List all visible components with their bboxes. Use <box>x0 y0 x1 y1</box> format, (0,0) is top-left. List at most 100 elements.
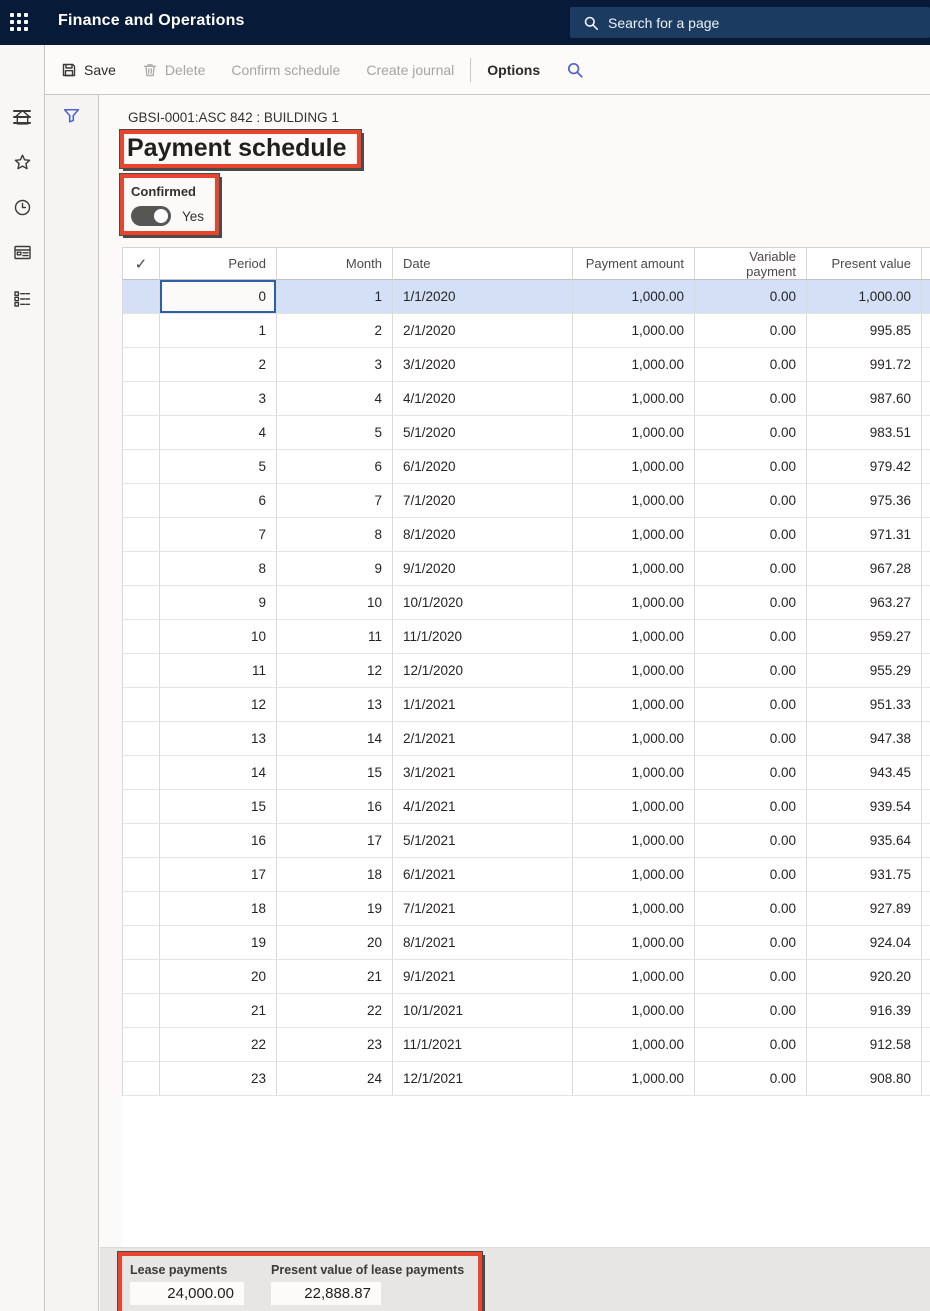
row-select-cell[interactable] <box>122 756 160 790</box>
cell-present_value[interactable]: 995.85 <box>807 314 922 348</box>
column-header-present_value[interactable]: Present value <box>807 248 922 280</box>
cell-payment_amount[interactable]: 1,000.00 <box>573 450 695 484</box>
row-select-cell[interactable] <box>122 518 160 552</box>
cell-payment_amount[interactable]: 1,000.00 <box>573 824 695 858</box>
cell-period[interactable]: 23 <box>160 1062 277 1096</box>
row-select-cell[interactable] <box>122 1062 160 1096</box>
cell-period[interactable]: 14 <box>160 756 277 790</box>
column-header-month[interactable]: Month <box>277 248 393 280</box>
cell-period[interactable]: 19 <box>160 926 277 960</box>
cell-period[interactable]: 13 <box>160 722 277 756</box>
table-row[interactable]: 212210/1/20211,000.000.00916.39 <box>122 994 930 1028</box>
cell-month[interactable]: 1 <box>277 280 393 314</box>
cell-period[interactable]: 3 <box>160 382 277 416</box>
row-select-cell[interactable] <box>122 892 160 926</box>
table-row[interactable]: 20219/1/20211,000.000.00920.20 <box>122 960 930 994</box>
cell-payment_amount[interactable]: 1,000.00 <box>573 314 695 348</box>
row-select-cell[interactable] <box>122 484 160 518</box>
breadcrumb[interactable]: GBSI-0001:ASC 842 : BUILDING 1 <box>128 110 930 125</box>
select-all-header-cell[interactable]: ✓ <box>122 248 160 280</box>
row-select-cell[interactable] <box>122 790 160 824</box>
cell-date[interactable]: 10/1/2020 <box>393 586 573 620</box>
cell-variable_payment[interactable]: 0.00 <box>695 450 807 484</box>
cell-payment_amount[interactable]: 1,000.00 <box>573 892 695 926</box>
column-header-variable_payment[interactable]: Variable payment <box>695 248 807 280</box>
cell-period[interactable]: 0 <box>160 280 277 314</box>
table-row[interactable]: 677/1/20201,000.000.00975.36 <box>122 484 930 518</box>
cell-period[interactable]: 15 <box>160 790 277 824</box>
row-select-cell[interactable] <box>122 416 160 450</box>
cell-period[interactable]: 16 <box>160 824 277 858</box>
cell-date[interactable]: 9/1/2020 <box>393 552 573 586</box>
cell-variable_payment[interactable]: 0.00 <box>695 688 807 722</box>
cell-month[interactable]: 9 <box>277 552 393 586</box>
cell-month[interactable]: 11 <box>277 620 393 654</box>
cell-payment_amount[interactable]: 1,000.00 <box>573 280 695 314</box>
cell-date[interactable]: 10/1/2021 <box>393 994 573 1028</box>
cell-period[interactable]: 5 <box>160 450 277 484</box>
create-journal-button[interactable]: Create journal <box>353 45 467 94</box>
cell-date[interactable]: 5/1/2021 <box>393 824 573 858</box>
table-row[interactable]: 111212/1/20201,000.000.00955.29 <box>122 654 930 688</box>
cell-present_value[interactable]: 959.27 <box>807 620 922 654</box>
cell-payment_amount[interactable]: 1,000.00 <box>573 348 695 382</box>
cell-month[interactable]: 8 <box>277 518 393 552</box>
cell-present_value[interactable]: 916.39 <box>807 994 922 1028</box>
cell-month[interactable]: 23 <box>277 1028 393 1062</box>
cell-variable_payment[interactable]: 0.00 <box>695 484 807 518</box>
filter-funnel-icon[interactable] <box>61 105 82 126</box>
cell-present_value[interactable]: 963.27 <box>807 586 922 620</box>
cell-present_value[interactable]: 912.58 <box>807 1028 922 1062</box>
cell-payment_amount[interactable]: 1,000.00 <box>573 484 695 518</box>
cell-month[interactable]: 4 <box>277 382 393 416</box>
row-select-cell[interactable] <box>122 688 160 722</box>
cell-variable_payment[interactable]: 0.00 <box>695 960 807 994</box>
cell-present_value[interactable]: 951.33 <box>807 688 922 722</box>
row-select-cell[interactable] <box>122 824 160 858</box>
table-row[interactable]: 344/1/20201,000.000.00987.60 <box>122 382 930 416</box>
row-select-cell[interactable] <box>122 552 160 586</box>
cell-variable_payment[interactable]: 0.00 <box>695 858 807 892</box>
cell-month[interactable]: 22 <box>277 994 393 1028</box>
cell-date[interactable]: 12/1/2021 <box>393 1062 573 1096</box>
cell-variable_payment[interactable]: 0.00 <box>695 892 807 926</box>
cell-period[interactable]: 21 <box>160 994 277 1028</box>
cell-payment_amount[interactable]: 1,000.00 <box>573 552 695 586</box>
table-row[interactable]: 91010/1/20201,000.000.00963.27 <box>122 586 930 620</box>
table-row[interactable]: 788/1/20201,000.000.00971.31 <box>122 518 930 552</box>
cell-period[interactable]: 1 <box>160 314 277 348</box>
cell-date[interactable]: 11/1/2021 <box>393 1028 573 1062</box>
cell-present_value[interactable]: 931.75 <box>807 858 922 892</box>
cell-date[interactable]: 7/1/2021 <box>393 892 573 926</box>
cell-payment_amount[interactable]: 1,000.00 <box>573 586 695 620</box>
cell-date[interactable]: 9/1/2021 <box>393 960 573 994</box>
cell-present_value[interactable]: 991.72 <box>807 348 922 382</box>
cell-variable_payment[interactable]: 0.00 <box>695 722 807 756</box>
table-row[interactable]: 14153/1/20211,000.000.00943.45 <box>122 756 930 790</box>
cell-month[interactable]: 13 <box>277 688 393 722</box>
cell-payment_amount[interactable]: 1,000.00 <box>573 620 695 654</box>
present-value-value[interactable]: 22,888.87 <box>271 1282 381 1305</box>
home-icon[interactable] <box>12 107 33 128</box>
cell-date[interactable]: 2/1/2021 <box>393 722 573 756</box>
cell-month[interactable]: 5 <box>277 416 393 450</box>
cell-period[interactable]: 6 <box>160 484 277 518</box>
cell-variable_payment[interactable]: 0.00 <box>695 1028 807 1062</box>
cell-present_value[interactable]: 975.36 <box>807 484 922 518</box>
column-header-payment_amount[interactable]: Payment amount <box>573 248 695 280</box>
cell-period[interactable]: 11 <box>160 654 277 688</box>
cell-present_value[interactable]: 971.31 <box>807 518 922 552</box>
cell-month[interactable]: 10 <box>277 586 393 620</box>
cell-date[interactable]: 2/1/2020 <box>393 314 573 348</box>
cell-month[interactable]: 18 <box>277 858 393 892</box>
table-row[interactable]: 12131/1/20211,000.000.00951.33 <box>122 688 930 722</box>
cell-period[interactable]: 17 <box>160 858 277 892</box>
row-select-cell[interactable] <box>122 994 160 1028</box>
cell-month[interactable]: 17 <box>277 824 393 858</box>
cell-payment_amount[interactable]: 1,000.00 <box>573 790 695 824</box>
table-row[interactable]: 101111/1/20201,000.000.00959.27 <box>122 620 930 654</box>
cell-date[interactable]: 8/1/2021 <box>393 926 573 960</box>
cell-variable_payment[interactable]: 0.00 <box>695 926 807 960</box>
cell-variable_payment[interactable]: 0.00 <box>695 416 807 450</box>
cell-variable_payment[interactable]: 0.00 <box>695 620 807 654</box>
